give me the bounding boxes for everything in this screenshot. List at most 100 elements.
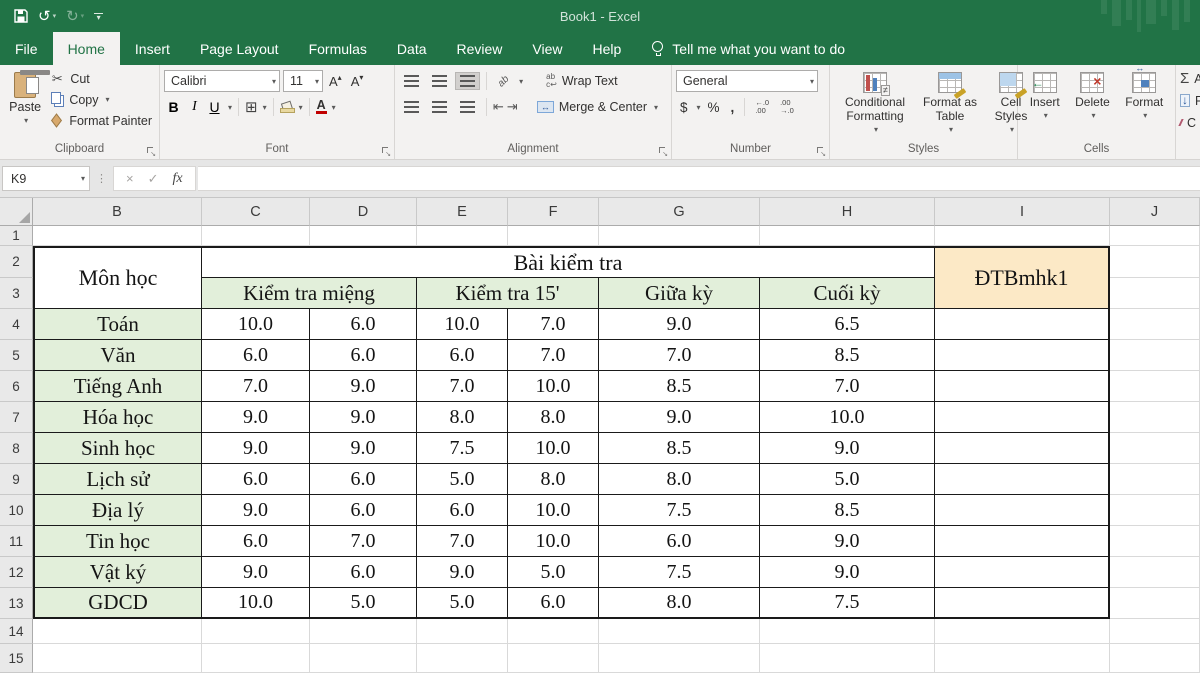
tab-help[interactable]: Help <box>578 32 637 65</box>
cell-C5-score[interactable]: 6.0 <box>202 340 310 371</box>
cell-I12-avg[interactable] <box>935 557 1110 588</box>
row-header-9[interactable]: 9 <box>0 464 33 495</box>
cell-J8[interactable] <box>1110 433 1200 464</box>
cell-H12-score[interactable]: 9.0 <box>760 557 935 588</box>
row-header-14[interactable]: 14 <box>0 619 33 644</box>
cell-B4-subject[interactable]: Toán <box>33 309 202 340</box>
row-header-8[interactable]: 8 <box>0 433 33 464</box>
cell-D12-score[interactable]: 6.0 <box>310 557 417 588</box>
cell-H1[interactable] <box>760 226 935 246</box>
cell-G15[interactable] <box>599 644 760 673</box>
cell-G1[interactable] <box>599 226 760 246</box>
row-header-2[interactable]: 2 <box>0 246 33 278</box>
format-painter-button[interactable]: Format Painter <box>46 110 155 131</box>
cell-B8-subject[interactable]: Sinh học <box>33 433 202 464</box>
cell-J15[interactable] <box>1110 644 1200 673</box>
column-header-F[interactable]: F <box>508 198 599 226</box>
redo-button[interactable]: ↻▾ <box>66 9 84 24</box>
cell-H15[interactable] <box>760 644 935 673</box>
borders-button[interactable]: ⊞ <box>245 98 258 116</box>
cell-I9-avg[interactable] <box>935 464 1110 495</box>
column-header-I[interactable]: I <box>935 198 1110 226</box>
tab-file[interactable]: File <box>0 32 53 65</box>
cell-G9-score[interactable]: 8.0 <box>599 464 760 495</box>
tell-me-box[interactable]: Tell me what you want to do <box>640 32 857 65</box>
cell-H10-score[interactable]: 8.5 <box>760 495 935 526</box>
middle-align-button[interactable] <box>427 72 452 90</box>
align-center-button[interactable] <box>427 98 452 116</box>
tab-page-layout[interactable]: Page Layout <box>185 32 294 65</box>
cell-E1[interactable] <box>417 226 508 246</box>
cell-F5-score[interactable]: 7.0 <box>508 340 599 371</box>
cell-D11-score[interactable]: 7.0 <box>310 526 417 557</box>
cell-I1[interactable] <box>935 226 1110 246</box>
cell-C12-score[interactable]: 9.0 <box>202 557 310 588</box>
cell-test-type-3[interactable]: Giữa kỳ <box>599 278 760 309</box>
cell-C13-score[interactable]: 10.0 <box>202 588 310 619</box>
cell-D14[interactable] <box>310 619 417 644</box>
paste-button[interactable]: Paste ▾ <box>4 68 46 142</box>
cut-button[interactable]: ✂Cut <box>46 68 155 89</box>
cell-E4-score[interactable]: 10.0 <box>417 309 508 340</box>
cell-B10-subject[interactable]: Địa lý <box>33 495 202 526</box>
undo-button[interactable]: ↺▾ <box>38 9 56 24</box>
cell-J9[interactable] <box>1110 464 1200 495</box>
align-right-button[interactable] <box>455 98 480 116</box>
cell-B13-subject[interactable]: GDCD <box>33 588 202 619</box>
cell-B5-subject[interactable]: Văn <box>33 340 202 371</box>
row-header-3[interactable]: 3 <box>0 278 33 309</box>
copy-button[interactable]: Copy▾ <box>46 89 155 110</box>
cell-B1[interactable] <box>33 226 202 246</box>
cell-G8-score[interactable]: 8.5 <box>599 433 760 464</box>
insert-function-button[interactable]: fx <box>173 171 183 187</box>
cell-F1[interactable] <box>508 226 599 246</box>
row-header-11[interactable]: 11 <box>0 526 33 557</box>
cell-I10-avg[interactable] <box>935 495 1110 526</box>
cell-H9-score[interactable]: 5.0 <box>760 464 935 495</box>
cell-B9-subject[interactable]: Lịch sử <box>33 464 202 495</box>
cell-J2[interactable] <box>1110 246 1200 278</box>
cell-E5-score[interactable]: 6.0 <box>417 340 508 371</box>
font-size-select[interactable]: 11▾ <box>283 70 323 92</box>
cell-E8-score[interactable]: 7.5 <box>417 433 508 464</box>
cell-F9-score[interactable]: 8.0 <box>508 464 599 495</box>
cell-D6-score[interactable]: 9.0 <box>310 371 417 402</box>
cell-F11-score[interactable]: 10.0 <box>508 526 599 557</box>
cell-E12-score[interactable]: 9.0 <box>417 557 508 588</box>
cell-H14[interactable] <box>760 619 935 644</box>
cell-E13-score[interactable]: 5.0 <box>417 588 508 619</box>
cell-D7-score[interactable]: 9.0 <box>310 402 417 433</box>
cell-I6-avg[interactable] <box>935 371 1110 402</box>
cell-I5-avg[interactable] <box>935 340 1110 371</box>
column-header-J[interactable]: J <box>1110 198 1200 226</box>
cell-H5-score[interactable]: 8.5 <box>760 340 935 371</box>
cell-F12-score[interactable]: 5.0 <box>508 557 599 588</box>
cell-C8-score[interactable]: 9.0 <box>202 433 310 464</box>
formula-input[interactable] <box>198 166 1200 191</box>
cell-F10-score[interactable]: 10.0 <box>508 495 599 526</box>
cell-C15[interactable] <box>202 644 310 673</box>
cell-H8-score[interactable]: 9.0 <box>760 433 935 464</box>
cell-B15[interactable] <box>33 644 202 673</box>
cell-H7-score[interactable]: 10.0 <box>760 402 935 433</box>
cell-E14[interactable] <box>417 619 508 644</box>
comma-style-button[interactable]: , <box>727 100 739 115</box>
cell-D13-score[interactable]: 5.0 <box>310 588 417 619</box>
cell-G5-score[interactable]: 7.0 <box>599 340 760 371</box>
cell-E10-score[interactable]: 6.0 <box>417 495 508 526</box>
cell-B11-subject[interactable]: Tin học <box>33 526 202 557</box>
formula-bar-grip[interactable]: ⋮ <box>96 172 107 185</box>
tab-review[interactable]: Review <box>442 32 518 65</box>
row-header-1[interactable]: 1 <box>0 226 33 246</box>
cell-C1[interactable] <box>202 226 310 246</box>
alignment-dialog-launcher[interactable] <box>658 146 668 156</box>
cell-G14[interactable] <box>599 619 760 644</box>
orientation-button[interactable]: ab <box>493 73 514 90</box>
row-header-15[interactable]: 15 <box>0 644 33 673</box>
cell-F14[interactable] <box>508 619 599 644</box>
cell-J13[interactable] <box>1110 588 1200 619</box>
cell-G6-score[interactable]: 8.5 <box>599 371 760 402</box>
name-box[interactable]: K9▾ <box>2 166 90 191</box>
column-header-E[interactable]: E <box>417 198 508 226</box>
decrease-indent-button[interactable]: ⇤ <box>493 99 504 115</box>
